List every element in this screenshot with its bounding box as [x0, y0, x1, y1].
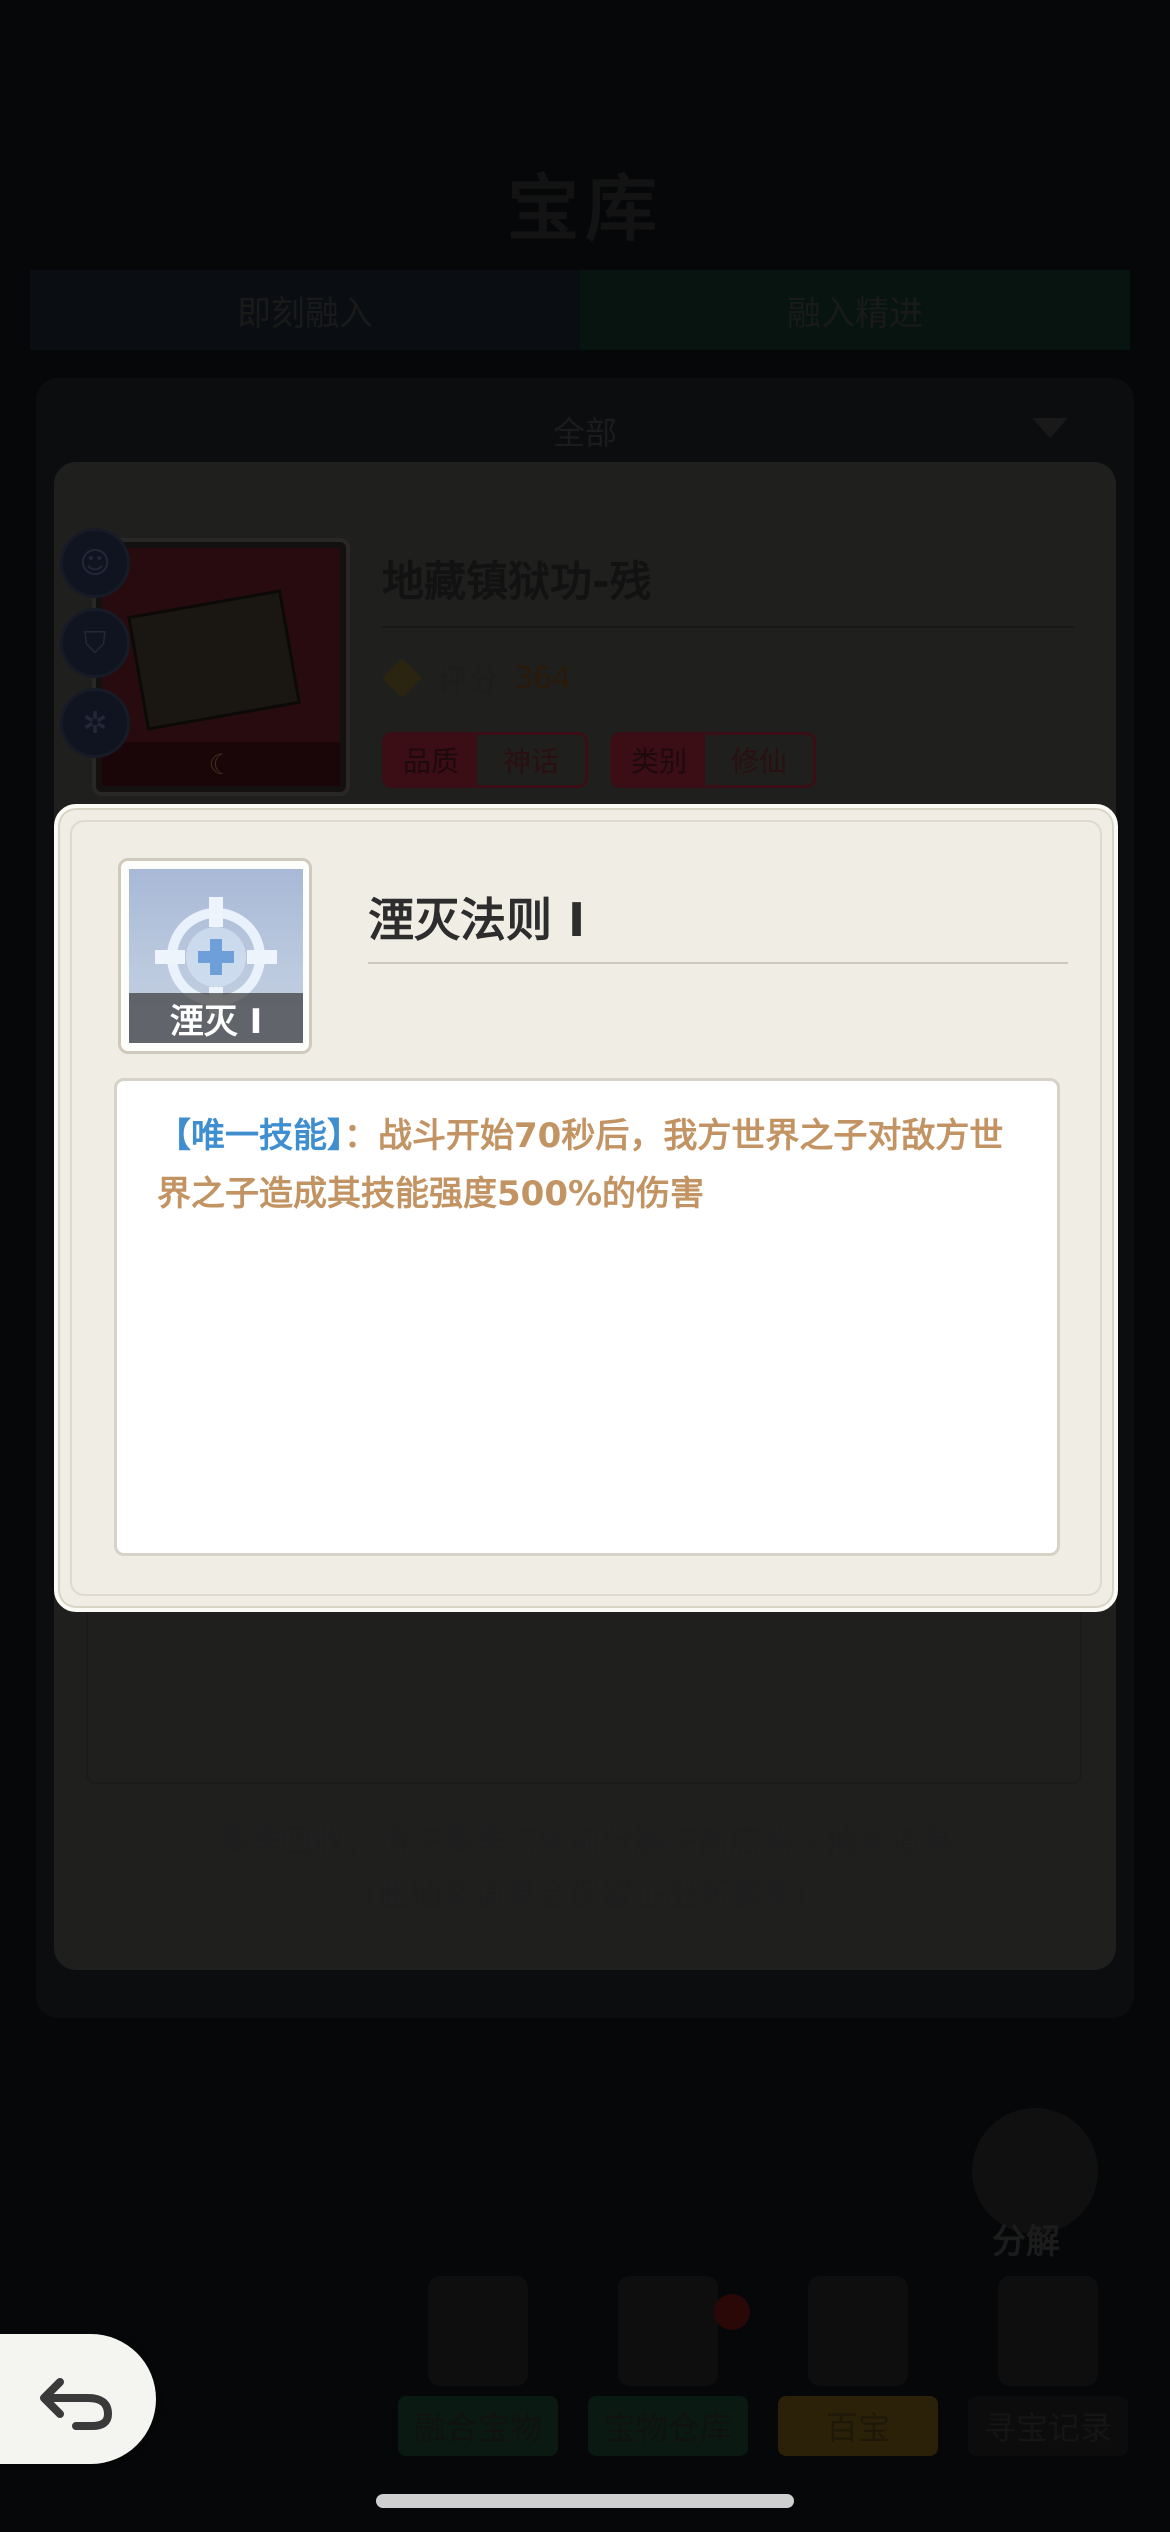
divider	[368, 962, 1068, 964]
back-button[interactable]	[0, 2334, 156, 2464]
chevron-down-icon[interactable]	[1032, 418, 1068, 438]
tab-instant[interactable]: 即刻融入	[30, 270, 580, 350]
star-icon	[618, 2276, 718, 2386]
category-tag: 类别 修仙	[610, 732, 817, 788]
notification-badge	[714, 2294, 750, 2330]
filter-dropdown[interactable]: 全部	[0, 408, 1170, 454]
score-label: 评分	[438, 664, 498, 699]
back-arrow-icon	[40, 2378, 112, 2430]
nav-label: 融合宝物	[398, 2396, 558, 2456]
tag-key: 类别	[613, 735, 706, 785]
nav-treasure[interactable]: 百宝	[778, 2276, 938, 2476]
home-indicator[interactable]	[376, 2494, 794, 2508]
score-value: 364	[514, 660, 572, 696]
desc-colon: ：	[344, 1116, 378, 1156]
tag-value: 修仙	[731, 745, 788, 778]
emblem-icon[interactable]: ✲	[60, 688, 130, 758]
page-title: 宝库	[506, 167, 663, 251]
item-name: 地藏镇狱功-残	[382, 557, 652, 606]
divider	[382, 626, 1074, 628]
bottom-nav: 融合宝物 宝物仓库 百宝 寻宝记录	[398, 2276, 1138, 2476]
tab-label: 融入精进	[787, 293, 923, 334]
nav-records[interactable]: 寻宝记录	[968, 2276, 1128, 2476]
forge-label[interactable]: 分解	[992, 2214, 1060, 2263]
tab-label: 即刻融入	[237, 293, 373, 334]
season-note-line: 赛季回收，请在赛季结束前分解在商店购买抽奖道具	[216, 1822, 953, 1860]
item-thumbnail: ☾	[92, 538, 350, 796]
nav-label: 宝物仓库	[588, 2396, 748, 2456]
moon-icon: ☾	[102, 742, 340, 786]
skill-icon-caption: 湮灭 I	[129, 993, 303, 1043]
tab-bar: 即刻融入 融入精进	[30, 270, 1130, 350]
skill-name: 湮灭法则 I	[368, 893, 586, 947]
skill-detail-modal[interactable]: 湮灭 I 湮灭法则 I 【唯一技能】：战斗开始70秒后，我方世界之子对敌方世界之…	[54, 804, 1118, 1612]
nav-label: 寻宝记录	[968, 2396, 1128, 2456]
side-icon-column: ☺ ⛉ ✲	[60, 528, 130, 768]
item-tags: 品质 神话 类别 修仙	[382, 732, 817, 788]
season-note-line: （此抽奖道具会保留征战新赛季）	[344, 1876, 825, 1914]
gem-icon	[382, 658, 422, 698]
skill-type-label: 【唯一技能】	[157, 1116, 344, 1156]
scroll-icon	[998, 2276, 1098, 2386]
person-icon[interactable]: ☺	[60, 528, 130, 598]
skill-description: 【唯一技能】：战斗开始70秒后，我方世界之子对敌方世界之子造成其技能强度500%…	[114, 1078, 1060, 1556]
shield-icon[interactable]: ⛉	[60, 608, 130, 678]
tag-key: 品质	[385, 735, 478, 785]
quality-tag: 品质 神话	[382, 732, 589, 788]
tab-advance[interactable]: 融入精进	[580, 270, 1130, 350]
item-description-box	[86, 1600, 1082, 1784]
skill-icon: 湮灭 I	[118, 858, 312, 1054]
score-row: 评分 364	[382, 656, 571, 700]
treasure-icon	[808, 2276, 908, 2386]
nav-label: 百宝	[778, 2396, 938, 2456]
tag-value: 神话	[503, 745, 560, 778]
season-note: 赛季回收，请在赛季结束前分解在商店购买抽奖道具 （此抽奖道具会保留征战新赛季）	[0, 1814, 1170, 1922]
merge-icon	[428, 2276, 528, 2386]
nav-merge[interactable]: 融合宝物	[398, 2276, 558, 2476]
